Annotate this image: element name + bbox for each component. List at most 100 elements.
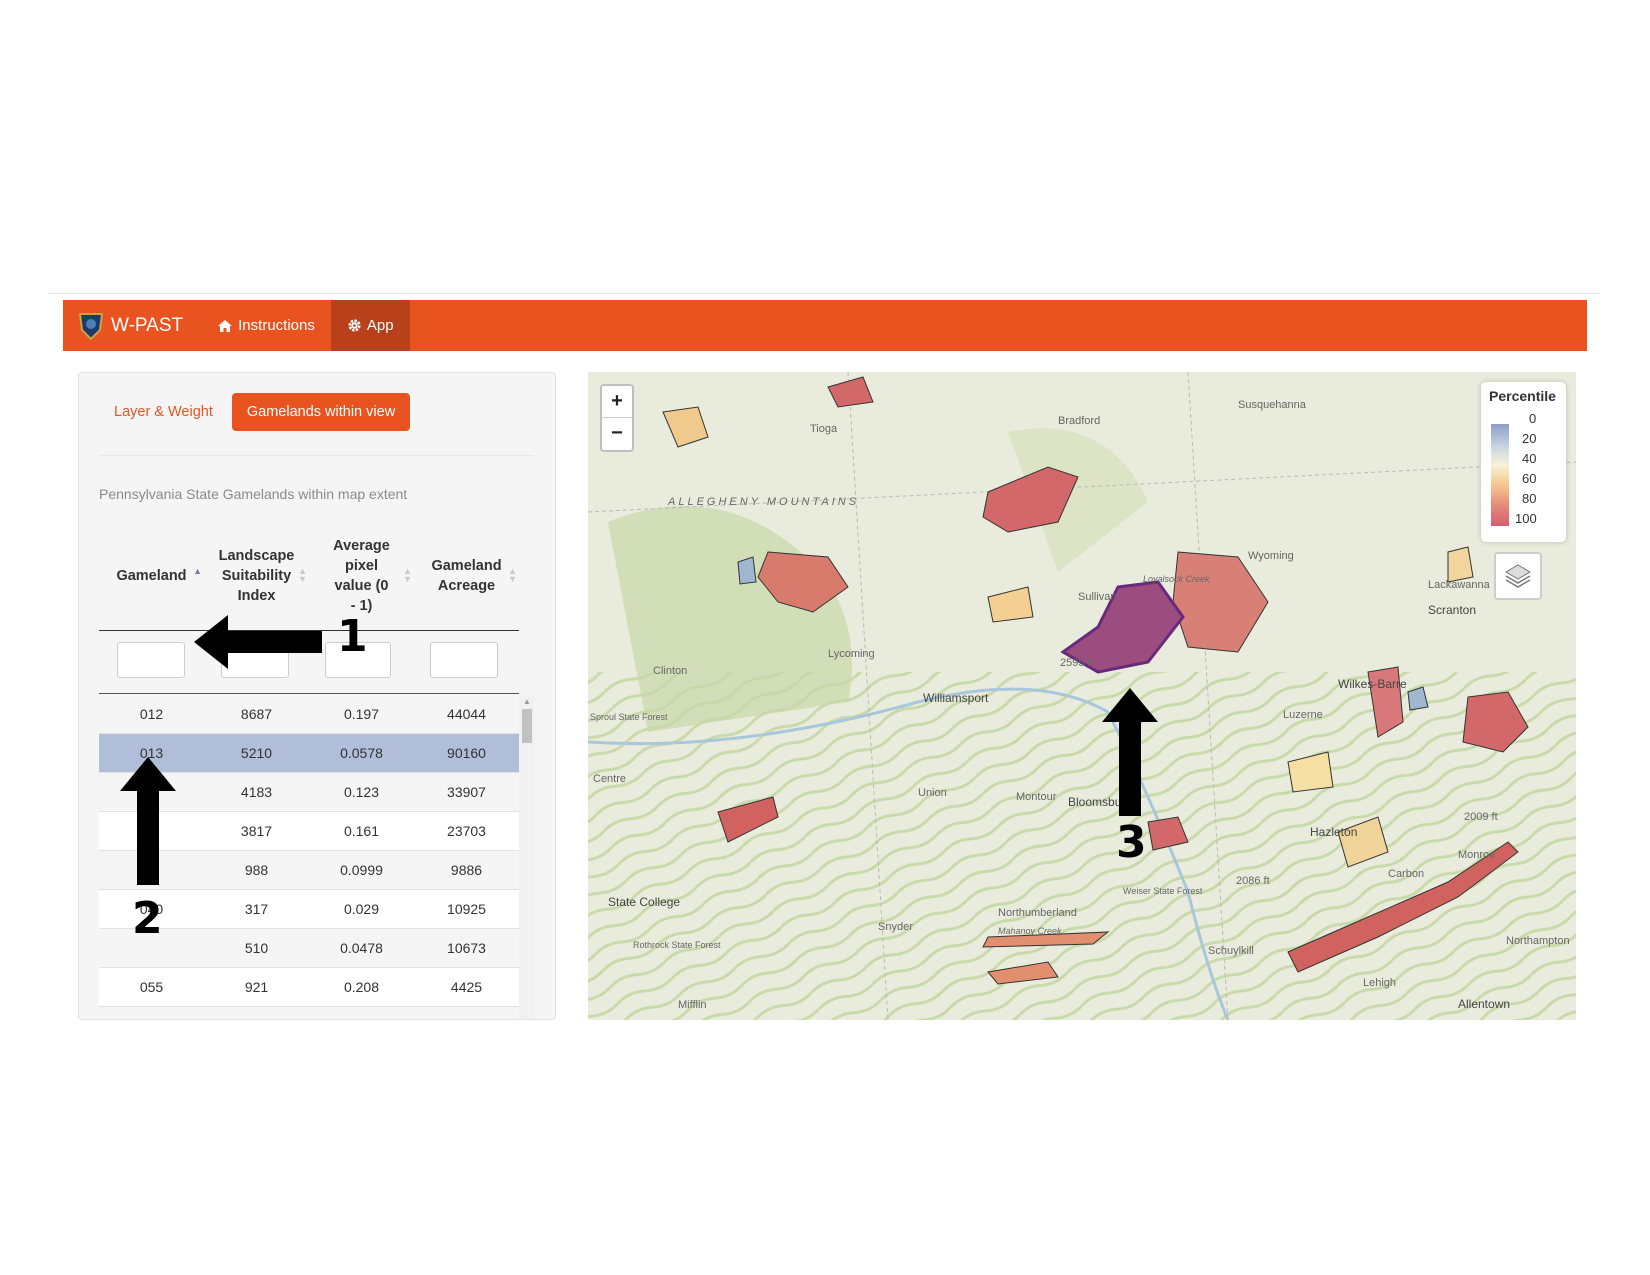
table-cell: 921 <box>244 979 269 995</box>
column-header-gameland[interactable]: Gameland ▲ <box>99 523 204 629</box>
column-header-label: Gameland <box>116 568 187 584</box>
tab-layer-weight[interactable]: Layer & Weight <box>99 393 228 431</box>
legend-color-bar <box>1491 424 1509 526</box>
acreage-filter-input[interactable] <box>430 642 498 678</box>
place-label: 2595 ft <box>1060 657 1094 669</box>
place-label: 2086 ft <box>1236 875 1270 887</box>
legend-title: Percentile <box>1489 388 1556 404</box>
table-row[interactable]: 05724030.029481861 <box>99 1007 519 1019</box>
place-label: Hazleton <box>1310 825 1357 839</box>
scroll-up-icon[interactable]: ▲ <box>523 697 531 706</box>
table-cell: 9886 <box>450 862 483 878</box>
table-cell: 055 <box>139 979 164 995</box>
table-cell: 10673 <box>447 940 486 956</box>
column-header-label: Average pixel value (0 - 1) <box>333 538 390 614</box>
sort-ascending-icon: ▲ <box>193 566 202 576</box>
gear-icon <box>348 319 361 332</box>
legend-label: 40 <box>1522 451 1537 466</box>
place-label: Northumberland <box>998 907 1077 919</box>
annotation-arrow-up <box>1102 688 1158 816</box>
table-cell: 44044 <box>447 706 486 722</box>
table-cell: 5210 <box>240 745 273 761</box>
place-label: Williamsport <box>923 691 989 705</box>
navbar: W-PAST Instructions App <box>63 300 1587 351</box>
table-cell: 0.029 <box>343 901 380 917</box>
table-cell: 4425 <box>450 979 483 995</box>
table-cell: 23703 <box>447 823 486 839</box>
gameland-polygon <box>1447 546 1474 583</box>
table-cell: 988 <box>244 862 269 878</box>
legend-label: 80 <box>1522 491 1537 506</box>
layers-control-button[interactable] <box>1494 552 1542 600</box>
table-cell: 0.0478 <box>340 940 383 956</box>
gameland-filter-input[interactable] <box>117 642 185 678</box>
table-cell: 0.197 <box>343 706 380 722</box>
place-label: Northampton <box>1506 935 1570 947</box>
place-label: State College <box>608 895 680 909</box>
place-label: Union <box>918 787 947 799</box>
top-divider <box>48 293 1600 294</box>
place-label: Clinton <box>653 665 687 677</box>
table-cell: 0.0294 <box>309 1007 414 1019</box>
place-label: Mahanoy Creek <box>998 926 1062 936</box>
table-cell: 057 <box>99 1007 204 1019</box>
tab-gamelands-within-view[interactable]: Gamelands within view <box>231 393 411 431</box>
place-label: Allentown <box>1458 997 1510 1011</box>
column-header-suitability[interactable]: Landscape Suitability Index ▲ ▼ <box>204 523 309 629</box>
place-label: Monroe <box>1458 849 1495 861</box>
table-cell: 10925 <box>447 901 486 917</box>
place-label: Susquehanna <box>1238 399 1307 411</box>
table-cell: 0.123 <box>343 784 380 800</box>
legend-label: 0 <box>1529 411 1537 426</box>
place-label: Sullivan <box>1078 591 1117 603</box>
brand[interactable]: W-PAST <box>63 300 201 351</box>
annotation-arrow-left <box>194 615 322 669</box>
table-cell: 0.161 <box>343 823 380 839</box>
nav-app[interactable]: App <box>330 300 410 351</box>
table-row[interactable]: 012 8687 0.197 44044 <box>99 695 519 734</box>
table-row[interactable]: 055 921 0.208 4425 <box>99 968 519 1007</box>
table-cell: 3817 <box>240 823 273 839</box>
annotation-number: 2 <box>132 893 163 944</box>
place-label: Mifflin <box>678 999 707 1011</box>
place-label: Wyoming <box>1248 550 1294 562</box>
table-cell: 317 <box>244 901 269 917</box>
place-label: Loyalsock Creek <box>1143 574 1210 584</box>
map-canvas[interactable]: Tioga Bradford Susquehanna ALLEGHENY MOU… <box>588 372 1576 1020</box>
zoom-out-button[interactable]: − <box>602 418 632 449</box>
table-caption: Pennsylvania State Gamelands within map … <box>99 486 408 502</box>
table-cell: 4183 <box>240 784 273 800</box>
place-label: Weiser State Forest <box>1123 886 1203 896</box>
table-cell: 510 <box>244 940 269 956</box>
column-header-acreage[interactable]: Gameland Acreage ▲ ▼ <box>414 523 519 629</box>
nav-app-label: App <box>366 317 394 334</box>
place-label: Montour <box>1016 791 1057 803</box>
table-cell: 90160 <box>447 745 486 761</box>
sidebar-tabs: Layer & Weight Gamelands within view <box>99 393 411 431</box>
nav-instructions[interactable]: Instructions <box>201 300 331 351</box>
annotation-number: 3 <box>1116 817 1147 868</box>
place-label: Centre <box>593 773 626 785</box>
legend-label: 60 <box>1522 471 1537 486</box>
place-label: Snyder <box>878 921 913 933</box>
scroll-thumb[interactable] <box>522 709 532 743</box>
place-label: Luzerne <box>1283 709 1323 721</box>
zoom-control: + − <box>600 384 634 452</box>
table-cell: 33907 <box>447 784 486 800</box>
place-label: Rothrock State Forest <box>633 940 721 950</box>
place-label: Carbon <box>1388 868 1424 880</box>
column-header-label: Gameland Acreage <box>431 558 502 594</box>
legend-label: 20 <box>1522 431 1537 446</box>
zoom-in-button[interactable]: + <box>602 386 632 418</box>
nav-instructions-label: Instructions <box>238 317 315 334</box>
place-label: Lackawanna <box>1428 579 1491 591</box>
place-label: 2009 ft <box>1464 811 1498 823</box>
place-label: ALLEGHENY MOUNTAINS <box>667 496 859 508</box>
gameland-polygon <box>737 556 757 585</box>
layers-icon <box>1505 564 1531 588</box>
table-cell: 0.0578 <box>340 745 383 761</box>
table-scrollbar[interactable]: ▲ <box>519 695 535 1019</box>
map-view[interactable]: Tioga Bradford Susquehanna ALLEGHENY MOU… <box>588 372 1576 1020</box>
column-header-label: Landscape Suitability Index <box>218 548 295 604</box>
place-label: Lehigh <box>1363 977 1396 989</box>
